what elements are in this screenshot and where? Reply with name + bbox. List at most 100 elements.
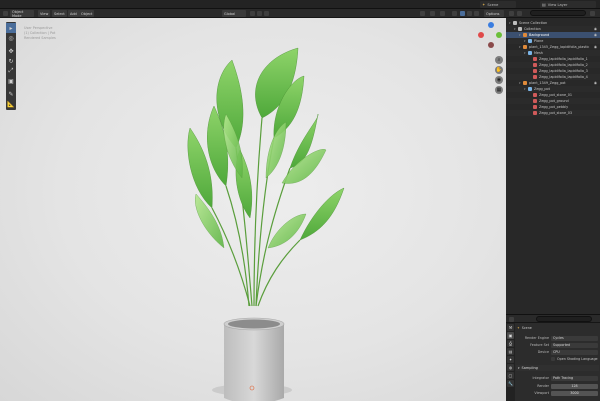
mesh-icon: [528, 39, 532, 43]
rotate-tool-icon[interactable]: ↻: [6, 56, 16, 66]
pan-icon[interactable]: ✋: [495, 66, 503, 74]
integrator-dropdown[interactable]: Path Tracing: [551, 375, 598, 381]
zoom-icon[interactable]: ⌕: [495, 56, 503, 64]
plant-render: [187, 47, 345, 401]
visibility-eye-icon[interactable]: ◉: [594, 81, 597, 85]
outliner: ▾ Scene Collection ▾ Collection ◉ ▾ Background…: [506, 18, 600, 314]
device-dropdown[interactable]: CPU: [551, 349, 598, 355]
integrator-label: Integrator: [532, 376, 549, 380]
properties-search-input[interactable]: [536, 316, 592, 322]
render-engine-dropdown[interactable]: Cycles: [551, 335, 598, 341]
transform-orientation[interactable]: Global: [222, 10, 246, 17]
material-icon: [533, 75, 537, 79]
modifier-tab-icon[interactable]: 🔧: [507, 380, 514, 387]
scene-tab-icon[interactable]: ✦: [507, 356, 514, 363]
cursor-tool-icon[interactable]: ◎: [6, 33, 16, 43]
viewport-samples-field[interactable]: 3000: [551, 390, 598, 396]
menu-select[interactable]: Select: [52, 10, 67, 17]
filter-icon[interactable]: [590, 11, 595, 16]
outliner-editor-icon[interactable]: [509, 11, 514, 16]
editor-type-icon[interactable]: [3, 11, 8, 16]
visibility-eye-icon[interactable]: ◉: [594, 33, 597, 37]
menu-view[interactable]: View: [38, 10, 51, 17]
sampling-section[interactable]: ▾ Sampling: [516, 365, 599, 371]
material-icon: [533, 63, 537, 67]
scene-selector[interactable]: ✦ Scene: [480, 1, 516, 8]
viewport-samples-row: Viewport 3000: [517, 390, 598, 396]
shading-solid-icon[interactable]: [460, 11, 465, 16]
expand-icon[interactable]: ▾: [509, 21, 512, 25]
view-layer-tab-icon[interactable]: ▤: [507, 348, 514, 355]
render-samples-field[interactable]: 128: [551, 383, 598, 389]
outliner-item-label: Zegg_pot_stone_03: [539, 111, 573, 115]
outliner-item-label: Zegg_lapidifolia_lapidifolia_2: [539, 63, 588, 67]
outliner-search-input[interactable]: [530, 10, 586, 16]
3d-viewport[interactable]: User Perspective (1) Collection | Pot Re…: [0, 18, 506, 401]
outliner-item[interactable]: Zegg_pot_stone_03: [506, 110, 600, 116]
outliner-item-label: Zegg_lapidifolia_lapidifolia_1: [539, 57, 588, 61]
pivot-icon[interactable]: [250, 11, 255, 16]
feature-set-dropdown[interactable]: Supported: [551, 342, 598, 348]
expand-icon[interactable]: ▾: [514, 27, 517, 31]
expand-icon[interactable]: ▾: [524, 87, 527, 91]
navigation-gizmo[interactable]: ⌕ ✋ ◉ ▦: [476, 22, 506, 102]
axis-x-icon[interactable]: [478, 32, 484, 38]
gizmo-toggle-icon[interactable]: [430, 11, 435, 16]
properties-header: [506, 314, 600, 323]
outliner-item-label: Zegg_pot_ground: [539, 99, 569, 103]
shading-material-icon[interactable]: [467, 11, 472, 16]
outliner-item-label: Zegg_pot: [534, 87, 550, 91]
display-mode-icon[interactable]: [517, 11, 522, 16]
expand-icon[interactable]: ▾: [524, 39, 527, 43]
tool-settings-tab-icon[interactable]: ⚒: [507, 324, 514, 331]
expand-icon[interactable]: ▾: [519, 81, 522, 85]
axis-neg-x-icon[interactable]: [488, 42, 494, 48]
snap-icon[interactable]: [257, 11, 262, 16]
visibility-eye-icon[interactable]: ◉: [594, 27, 597, 31]
axis-z-icon[interactable]: [488, 22, 494, 28]
properties-panel: ✦ Scene Render Engine Cycles Feature Set…: [515, 323, 600, 401]
measure-tool-icon[interactable]: 📐: [6, 99, 16, 109]
outliner-item-label: Background: [529, 33, 550, 37]
properties-tabs: ⚒ ▣ ⎙ ▤ ✦ ◍ ▢ 🔧: [506, 323, 515, 401]
feature-set-row: Feature Set Supported: [517, 342, 598, 348]
outliner-item-label: Zegg_lapidifolia_lapidifolia_4: [539, 75, 588, 79]
output-tab-icon[interactable]: ⎙: [507, 340, 514, 347]
mesh-icon: [528, 51, 532, 55]
device-label: Device: [537, 350, 549, 354]
object-tab-icon[interactable]: ▢: [507, 372, 514, 379]
outliner-item-label: Scene Collection: [519, 21, 548, 25]
properties-editor-icon[interactable]: [509, 317, 514, 322]
material-icon: [533, 105, 537, 109]
mode-selector[interactable]: Object Mode: [10, 10, 34, 18]
sampling-label: Sampling: [521, 366, 538, 370]
object-icon: [523, 33, 527, 37]
axis-y-icon[interactable]: [496, 32, 502, 38]
visibility-eye-icon[interactable]: ◉: [594, 45, 597, 49]
expand-icon[interactable]: ▾: [519, 33, 522, 37]
transform-tool-icon[interactable]: ▣: [6, 76, 16, 86]
overlay-toggle-icon[interactable]: [440, 11, 445, 16]
xray-icon[interactable]: [452, 11, 457, 16]
expand-icon[interactable]: ▾: [519, 45, 522, 49]
move-tool-icon[interactable]: ✥: [6, 46, 16, 56]
expand-icon[interactable]: ▾: [524, 51, 527, 55]
annotate-tool-icon[interactable]: ✎: [6, 89, 16, 99]
visibility-icon[interactable]: [420, 11, 425, 16]
world-tab-icon[interactable]: ◍: [507, 364, 514, 371]
ortho-toggle-icon[interactable]: ▦: [495, 86, 503, 94]
select-tool-icon[interactable]: ▸: [6, 23, 16, 33]
view-layer-selector[interactable]: ▤ View Layer: [540, 1, 596, 8]
outliner-item-label: Mesh: [534, 51, 543, 55]
menu-object[interactable]: Object: [79, 10, 95, 17]
osl-checkbox[interactable]: [551, 357, 555, 361]
camera-view-icon[interactable]: ◉: [495, 76, 503, 84]
menu-add[interactable]: Add: [68, 10, 79, 17]
render-engine-label: Render Engine: [524, 336, 549, 340]
shading-rendered-icon[interactable]: [474, 11, 479, 16]
render-tab-icon[interactable]: ▣: [507, 332, 514, 339]
options-button[interactable]: Options: [484, 10, 504, 17]
proportional-edit-icon[interactable]: [264, 11, 269, 16]
integrator-row: Integrator Path Tracing: [517, 375, 598, 381]
scale-tool-icon[interactable]: ⤢: [6, 66, 16, 76]
